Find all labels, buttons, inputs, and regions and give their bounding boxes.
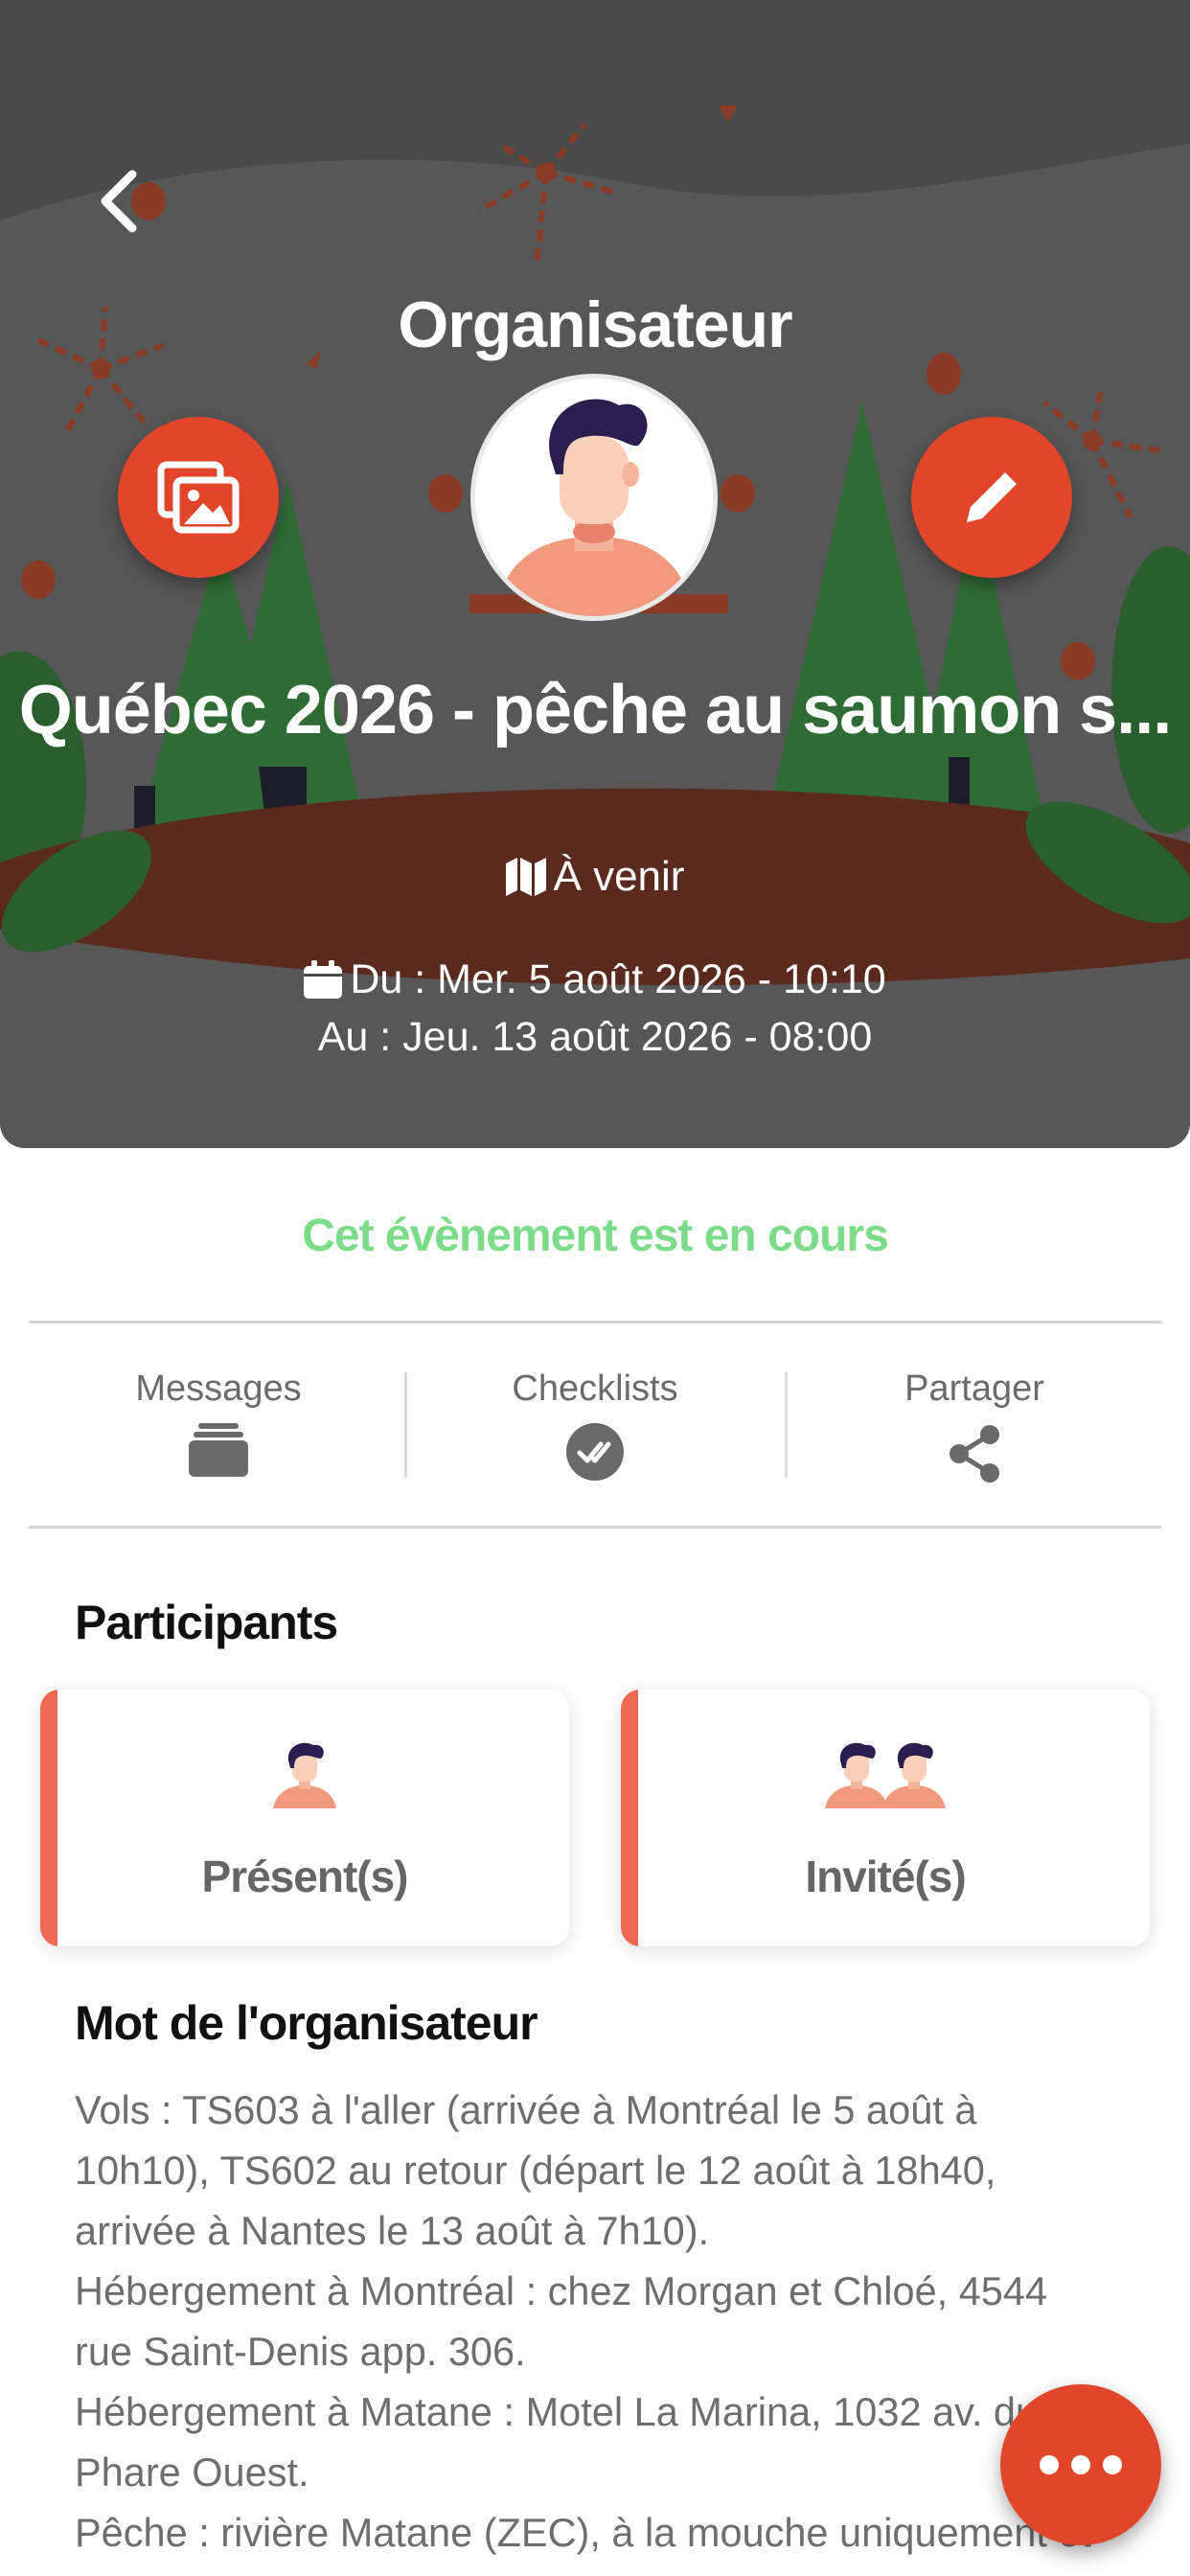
gallery-button[interactable]	[118, 417, 279, 578]
note-line: Hébergement à Matane : Motel La Marina, …	[75, 2389, 1039, 2495]
present-participants-card[interactable]: Présent(s)	[40, 1690, 569, 1946]
messages-button[interactable]: Messages	[75, 1368, 362, 1477]
people-avatars-icon	[825, 1742, 946, 1808]
ongoing-banner: Cet évènement est en cours	[302, 1210, 889, 1261]
double-check-circle-icon	[566, 1423, 624, 1481]
more-dots-icon	[1040, 2455, 1122, 2474]
present-label: Présent(s)	[201, 1852, 409, 1901]
separator	[785, 1372, 788, 1478]
event-status-label: À venir	[553, 853, 685, 900]
invited-participants-card[interactable]: Invité(s)	[621, 1690, 1150, 1946]
organizer-avatar	[470, 374, 718, 621]
event-status: À venir	[0, 853, 1190, 901]
note-line: Hébergement à Montréal : chez Morgan et …	[75, 2268, 1048, 2374]
invited-label: Invité(s)	[805, 1852, 966, 1901]
chevron-left-icon	[101, 170, 137, 233]
event-date-to: Au : Jeu. 13 août 2026 - 08:00	[317, 1014, 873, 1060]
share-icon	[950, 1425, 999, 1483]
event-title: Québec 2026 - pêche au saumon s...	[18, 672, 1172, 748]
images-icon	[157, 461, 240, 534]
back-button[interactable]	[92, 163, 149, 240]
event-date-from: Du : Mer. 5 août 2026 - 10:10	[0, 956, 1190, 1003]
organizer-note-text: Vols : TS603 à l'aller (arrivée à Montré…	[75, 2080, 1110, 2563]
messages-label: Messages	[135, 1368, 302, 1409]
note-line: Pêche : rivière Matane (ZEC), à la mouch…	[75, 2510, 1092, 2555]
divider	[29, 1526, 1161, 1529]
checklists-label: Checklists	[512, 1368, 678, 1409]
note-line: Vols : TS603 à l'aller (arrivée à Montré…	[75, 2087, 996, 2253]
event-header: Organisateur Québec 2026 - pêche au saum…	[0, 0, 1190, 1148]
more-actions-fab[interactable]	[1000, 2384, 1161, 2545]
calendar-icon	[304, 960, 343, 999]
folder-stack-icon	[189, 1423, 248, 1477]
participants-title: Participants	[75, 1596, 338, 1649]
checklists-button[interactable]: Checklists	[451, 1368, 739, 1481]
organizer-role-title: Organisateur	[398, 288, 792, 361]
share-button[interactable]: Partager	[831, 1368, 1118, 1484]
date-from-label: Du : Mer. 5 août 2026 - 10:10	[350, 956, 886, 1002]
person-avatar-icon	[273, 1742, 336, 1808]
separator	[404, 1372, 407, 1478]
divider	[29, 1321, 1161, 1323]
organizer-note-title: Mot de l'organisateur	[75, 1996, 538, 2050]
share-label: Partager	[904, 1368, 1044, 1409]
map-icon	[505, 858, 546, 896]
edit-button[interactable]	[911, 417, 1072, 578]
pencil-icon	[967, 472, 1017, 522]
